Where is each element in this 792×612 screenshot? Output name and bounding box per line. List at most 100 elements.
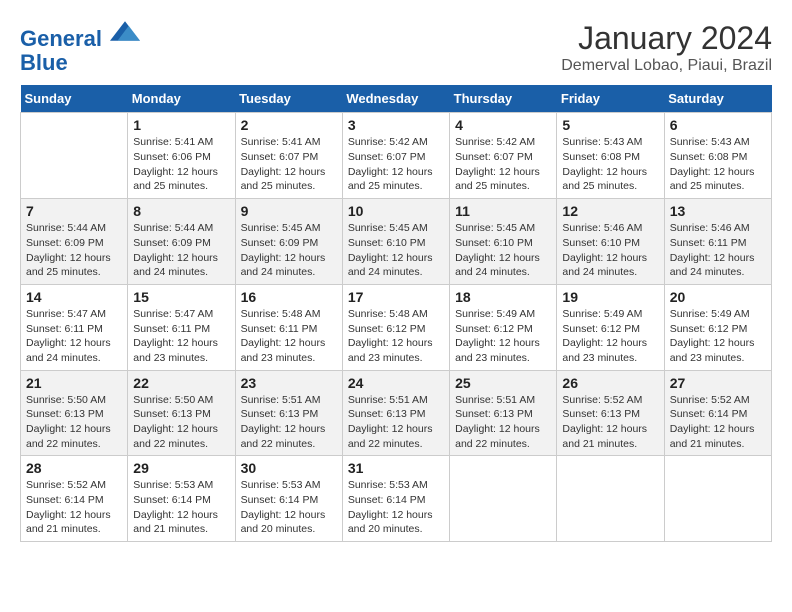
day-info: Sunrise: 5:42 AM Sunset: 6:07 PM Dayligh… bbox=[348, 135, 444, 194]
day-info: Sunrise: 5:43 AM Sunset: 6:08 PM Dayligh… bbox=[562, 135, 658, 194]
day-cell: 27 Sunrise: 5:52 AM Sunset: 6:14 PM Dayli… bbox=[664, 370, 771, 456]
day-cell: 11 Sunrise: 5:45 AM Sunset: 6:10 PM Dayli… bbox=[450, 199, 557, 285]
day-cell: 9 Sunrise: 5:45 AM Sunset: 6:09 PM Daylig… bbox=[235, 199, 342, 285]
day-number: 9 bbox=[241, 203, 337, 219]
day-number: 10 bbox=[348, 203, 444, 219]
col-header-tuesday: Tuesday bbox=[235, 85, 342, 113]
day-info: Sunrise: 5:43 AM Sunset: 6:08 PM Dayligh… bbox=[670, 135, 766, 194]
day-number: 8 bbox=[133, 203, 229, 219]
day-info: Sunrise: 5:45 AM Sunset: 6:09 PM Dayligh… bbox=[241, 221, 337, 280]
day-cell: 22 Sunrise: 5:50 AM Sunset: 6:13 PM Dayli… bbox=[128, 370, 235, 456]
day-number: 31 bbox=[348, 460, 444, 476]
day-number: 4 bbox=[455, 117, 551, 133]
day-number: 27 bbox=[670, 375, 766, 391]
day-cell: 28 Sunrise: 5:52 AM Sunset: 6:14 PM Dayli… bbox=[21, 456, 128, 542]
day-info: Sunrise: 5:53 AM Sunset: 6:14 PM Dayligh… bbox=[348, 478, 444, 537]
day-cell: 13Sunrise: 5:46 AM Sunset: 6:11 PM Dayli… bbox=[664, 199, 771, 285]
col-header-thursday: Thursday bbox=[450, 85, 557, 113]
day-cell bbox=[21, 113, 128, 199]
day-cell: 20 Sunrise: 5:49 AM Sunset: 6:12 PM Dayli… bbox=[664, 284, 771, 370]
day-cell: 21Sunrise: 5:50 AM Sunset: 6:13 PM Dayli… bbox=[21, 370, 128, 456]
week-row-1: 1 Sunrise: 5:41 AM Sunset: 6:06 PM Daylig… bbox=[21, 113, 772, 199]
day-info: Sunrise: 5:51 AM Sunset: 6:13 PM Dayligh… bbox=[348, 393, 444, 452]
day-info: Sunrise: 5:45 AM Sunset: 6:10 PM Dayligh… bbox=[455, 221, 551, 280]
day-number: 26 bbox=[562, 375, 658, 391]
day-info: Sunrise: 5:44 AM Sunset: 6:09 PM Dayligh… bbox=[133, 221, 229, 280]
day-cell: 19 Sunrise: 5:49 AM Sunset: 6:12 PM Dayli… bbox=[557, 284, 664, 370]
day-info: Sunrise: 5:48 AM Sunset: 6:11 PM Dayligh… bbox=[241, 307, 337, 366]
day-number: 25 bbox=[455, 375, 551, 391]
day-number: 19 bbox=[562, 289, 658, 305]
day-number: 2 bbox=[241, 117, 337, 133]
day-cell: 8 Sunrise: 5:44 AM Sunset: 6:09 PM Daylig… bbox=[128, 199, 235, 285]
day-cell: 18Sunrise: 5:49 AM Sunset: 6:12 PM Dayli… bbox=[450, 284, 557, 370]
day-number: 22 bbox=[133, 375, 229, 391]
day-info: Sunrise: 5:47 AM Sunset: 6:11 PM Dayligh… bbox=[26, 307, 122, 366]
day-info: Sunrise: 5:52 AM Sunset: 6:14 PM Dayligh… bbox=[26, 478, 122, 537]
day-number: 29 bbox=[133, 460, 229, 476]
day-number: 12 bbox=[562, 203, 658, 219]
day-cell: 12Sunrise: 5:46 AM Sunset: 6:10 PM Dayli… bbox=[557, 199, 664, 285]
day-info: Sunrise: 5:51 AM Sunset: 6:13 PM Dayligh… bbox=[455, 393, 551, 452]
header: General Blue January 2024 Demerval Lobao… bbox=[20, 20, 772, 75]
day-number: 6 bbox=[670, 117, 766, 133]
day-cell: 14 Sunrise: 5:47 AM Sunset: 6:11 PM Dayli… bbox=[21, 284, 128, 370]
day-number: 13 bbox=[670, 203, 766, 219]
day-cell: 1 Sunrise: 5:41 AM Sunset: 6:06 PM Daylig… bbox=[128, 113, 235, 199]
day-info: Sunrise: 5:49 AM Sunset: 6:12 PM Dayligh… bbox=[562, 307, 658, 366]
day-number: 14 bbox=[26, 289, 122, 305]
logo: General Blue bbox=[20, 20, 140, 75]
day-number: 20 bbox=[670, 289, 766, 305]
day-info: Sunrise: 5:45 AM Sunset: 6:10 PM Dayligh… bbox=[348, 221, 444, 280]
day-cell bbox=[450, 456, 557, 542]
day-cell: 10 Sunrise: 5:45 AM Sunset: 6:10 PM Dayli… bbox=[342, 199, 449, 285]
logo-icon bbox=[110, 16, 140, 46]
day-info: Sunrise: 5:49 AM Sunset: 6:12 PM Dayligh… bbox=[670, 307, 766, 366]
day-info: Sunrise: 5:41 AM Sunset: 6:07 PM Dayligh… bbox=[241, 135, 337, 194]
day-info: Sunrise: 5:51 AM Sunset: 6:13 PM Dayligh… bbox=[241, 393, 337, 452]
day-cell: 7Sunrise: 5:44 AM Sunset: 6:09 PM Daylig… bbox=[21, 199, 128, 285]
day-number: 1 bbox=[133, 117, 229, 133]
day-info: Sunrise: 5:48 AM Sunset: 6:12 PM Dayligh… bbox=[348, 307, 444, 366]
day-cell: 23 Sunrise: 5:51 AM Sunset: 6:13 PM Dayli… bbox=[235, 370, 342, 456]
week-row-5: 28 Sunrise: 5:52 AM Sunset: 6:14 PM Dayli… bbox=[21, 456, 772, 542]
day-number: 11 bbox=[455, 203, 551, 219]
col-header-sunday: Sunday bbox=[21, 85, 128, 113]
day-cell: 3 Sunrise: 5:42 AM Sunset: 6:07 PM Daylig… bbox=[342, 113, 449, 199]
day-info: Sunrise: 5:53 AM Sunset: 6:14 PM Dayligh… bbox=[241, 478, 337, 537]
day-number: 15 bbox=[133, 289, 229, 305]
day-cell: 16 Sunrise: 5:48 AM Sunset: 6:11 PM Dayli… bbox=[235, 284, 342, 370]
day-number: 23 bbox=[241, 375, 337, 391]
day-cell: 30 Sunrise: 5:53 AM Sunset: 6:14 PM Dayli… bbox=[235, 456, 342, 542]
day-info: Sunrise: 5:50 AM Sunset: 6:13 PM Dayligh… bbox=[133, 393, 229, 452]
day-cell bbox=[664, 456, 771, 542]
day-number: 28 bbox=[26, 460, 122, 476]
day-info: Sunrise: 5:44 AM Sunset: 6:09 PM Dayligh… bbox=[26, 221, 122, 280]
col-header-monday: Monday bbox=[128, 85, 235, 113]
col-header-saturday: Saturday bbox=[664, 85, 771, 113]
day-cell bbox=[557, 456, 664, 542]
calendar-table: SundayMondayTuesdayWednesdayThursdayFrid… bbox=[20, 85, 772, 542]
day-cell: 2 Sunrise: 5:41 AM Sunset: 6:07 PM Daylig… bbox=[235, 113, 342, 199]
week-row-4: 21Sunrise: 5:50 AM Sunset: 6:13 PM Dayli… bbox=[21, 370, 772, 456]
day-number: 18 bbox=[455, 289, 551, 305]
day-info: Sunrise: 5:53 AM Sunset: 6:14 PM Dayligh… bbox=[133, 478, 229, 537]
day-cell: 25 Sunrise: 5:51 AM Sunset: 6:13 PM Dayli… bbox=[450, 370, 557, 456]
day-info: Sunrise: 5:42 AM Sunset: 6:07 PM Dayligh… bbox=[455, 135, 551, 194]
day-cell: 26 Sunrise: 5:52 AM Sunset: 6:13 PM Dayli… bbox=[557, 370, 664, 456]
day-cell: 6 Sunrise: 5:43 AM Sunset: 6:08 PM Daylig… bbox=[664, 113, 771, 199]
page-container: General Blue January 2024 Demerval Lobao… bbox=[20, 20, 772, 542]
day-info: Sunrise: 5:52 AM Sunset: 6:14 PM Dayligh… bbox=[670, 393, 766, 452]
week-row-3: 14 Sunrise: 5:47 AM Sunset: 6:11 PM Dayli… bbox=[21, 284, 772, 370]
day-number: 30 bbox=[241, 460, 337, 476]
logo-text: General Blue bbox=[20, 20, 140, 75]
logo-general: General bbox=[20, 26, 102, 51]
title-block: January 2024 Demerval Lobao, Piaui, Braz… bbox=[561, 20, 772, 75]
col-header-friday: Friday bbox=[557, 85, 664, 113]
day-cell: 24Sunrise: 5:51 AM Sunset: 6:13 PM Dayli… bbox=[342, 370, 449, 456]
day-info: Sunrise: 5:52 AM Sunset: 6:13 PM Dayligh… bbox=[562, 393, 658, 452]
day-info: Sunrise: 5:41 AM Sunset: 6:06 PM Dayligh… bbox=[133, 135, 229, 194]
day-number: 16 bbox=[241, 289, 337, 305]
day-number: 17 bbox=[348, 289, 444, 305]
day-number: 3 bbox=[348, 117, 444, 133]
